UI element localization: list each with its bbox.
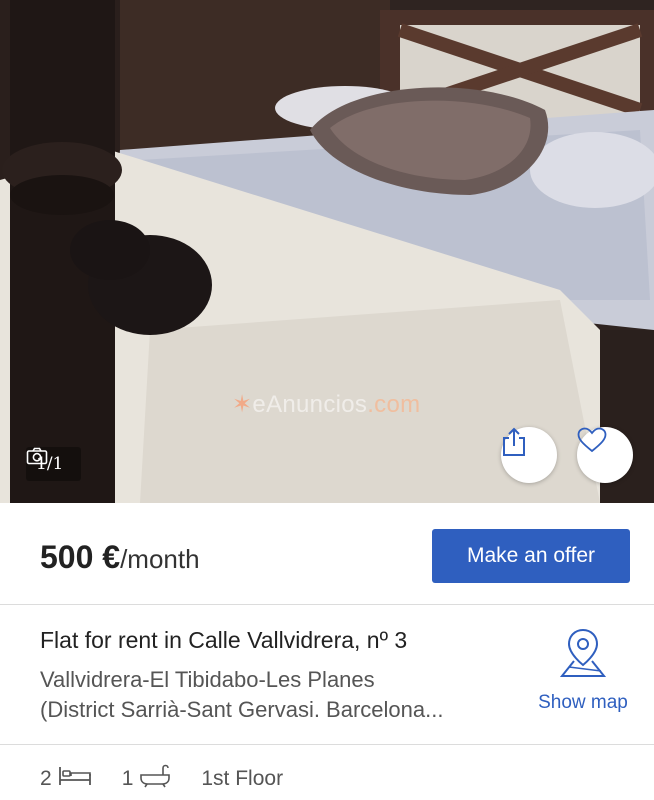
watermark-tld: .com	[367, 391, 421, 418]
location-line-1: Vallvidrera-El Tibidabo-Les Planes	[40, 667, 375, 692]
watermark: ✶eAnuncios.com	[232, 390, 420, 419]
favorite-button[interactable]	[577, 427, 633, 483]
bathrooms-feature: 1	[122, 764, 172, 794]
price-section: 500 €/month Make an offer	[0, 503, 654, 605]
bedrooms-count: 2	[40, 767, 52, 790]
share-button[interactable]	[501, 427, 557, 483]
listing-photo[interactable]: ✶eAnuncios.com 1/1	[0, 0, 654, 503]
bedrooms-feature: 2	[40, 765, 92, 793]
floor-text: 1st Floor	[201, 767, 284, 790]
price: 500 €/month	[40, 539, 200, 576]
price-value: 500 €	[40, 539, 121, 575]
bathtub-icon	[139, 764, 171, 794]
listing-info: Flat for rent in Calle Vallvidrera, nº 3…	[0, 605, 654, 745]
make-offer-button[interactable]: Make an offer	[432, 529, 630, 583]
listing-location: Vallvidrera-El Tibidabo-Les Planes (Dist…	[40, 665, 510, 725]
show-map-label: Show map	[538, 692, 628, 713]
bathrooms-count: 1	[121, 767, 134, 790]
price-unit: /month	[120, 544, 200, 574]
bed-icon	[58, 765, 92, 793]
listing-title: Flat for rent in Calle Vallvidrera, nº 3	[40, 627, 408, 653]
map-pin-icon	[557, 627, 609, 684]
watermark-logo-icon: ✶	[232, 391, 253, 418]
bedroom-photo-image	[0, 0, 654, 503]
location-line-2: (District Sarrià-Sant Gervasi. Barcelona…	[40, 697, 444, 722]
features-row: 2 1 1st Floor	[40, 762, 313, 796]
floor-feature: 1st Floor	[201, 767, 283, 791]
show-map-button[interactable]: Show map	[528, 627, 638, 719]
photo-counter: 1/1	[26, 447, 82, 481]
watermark-brand: eAnuncios	[252, 391, 368, 418]
